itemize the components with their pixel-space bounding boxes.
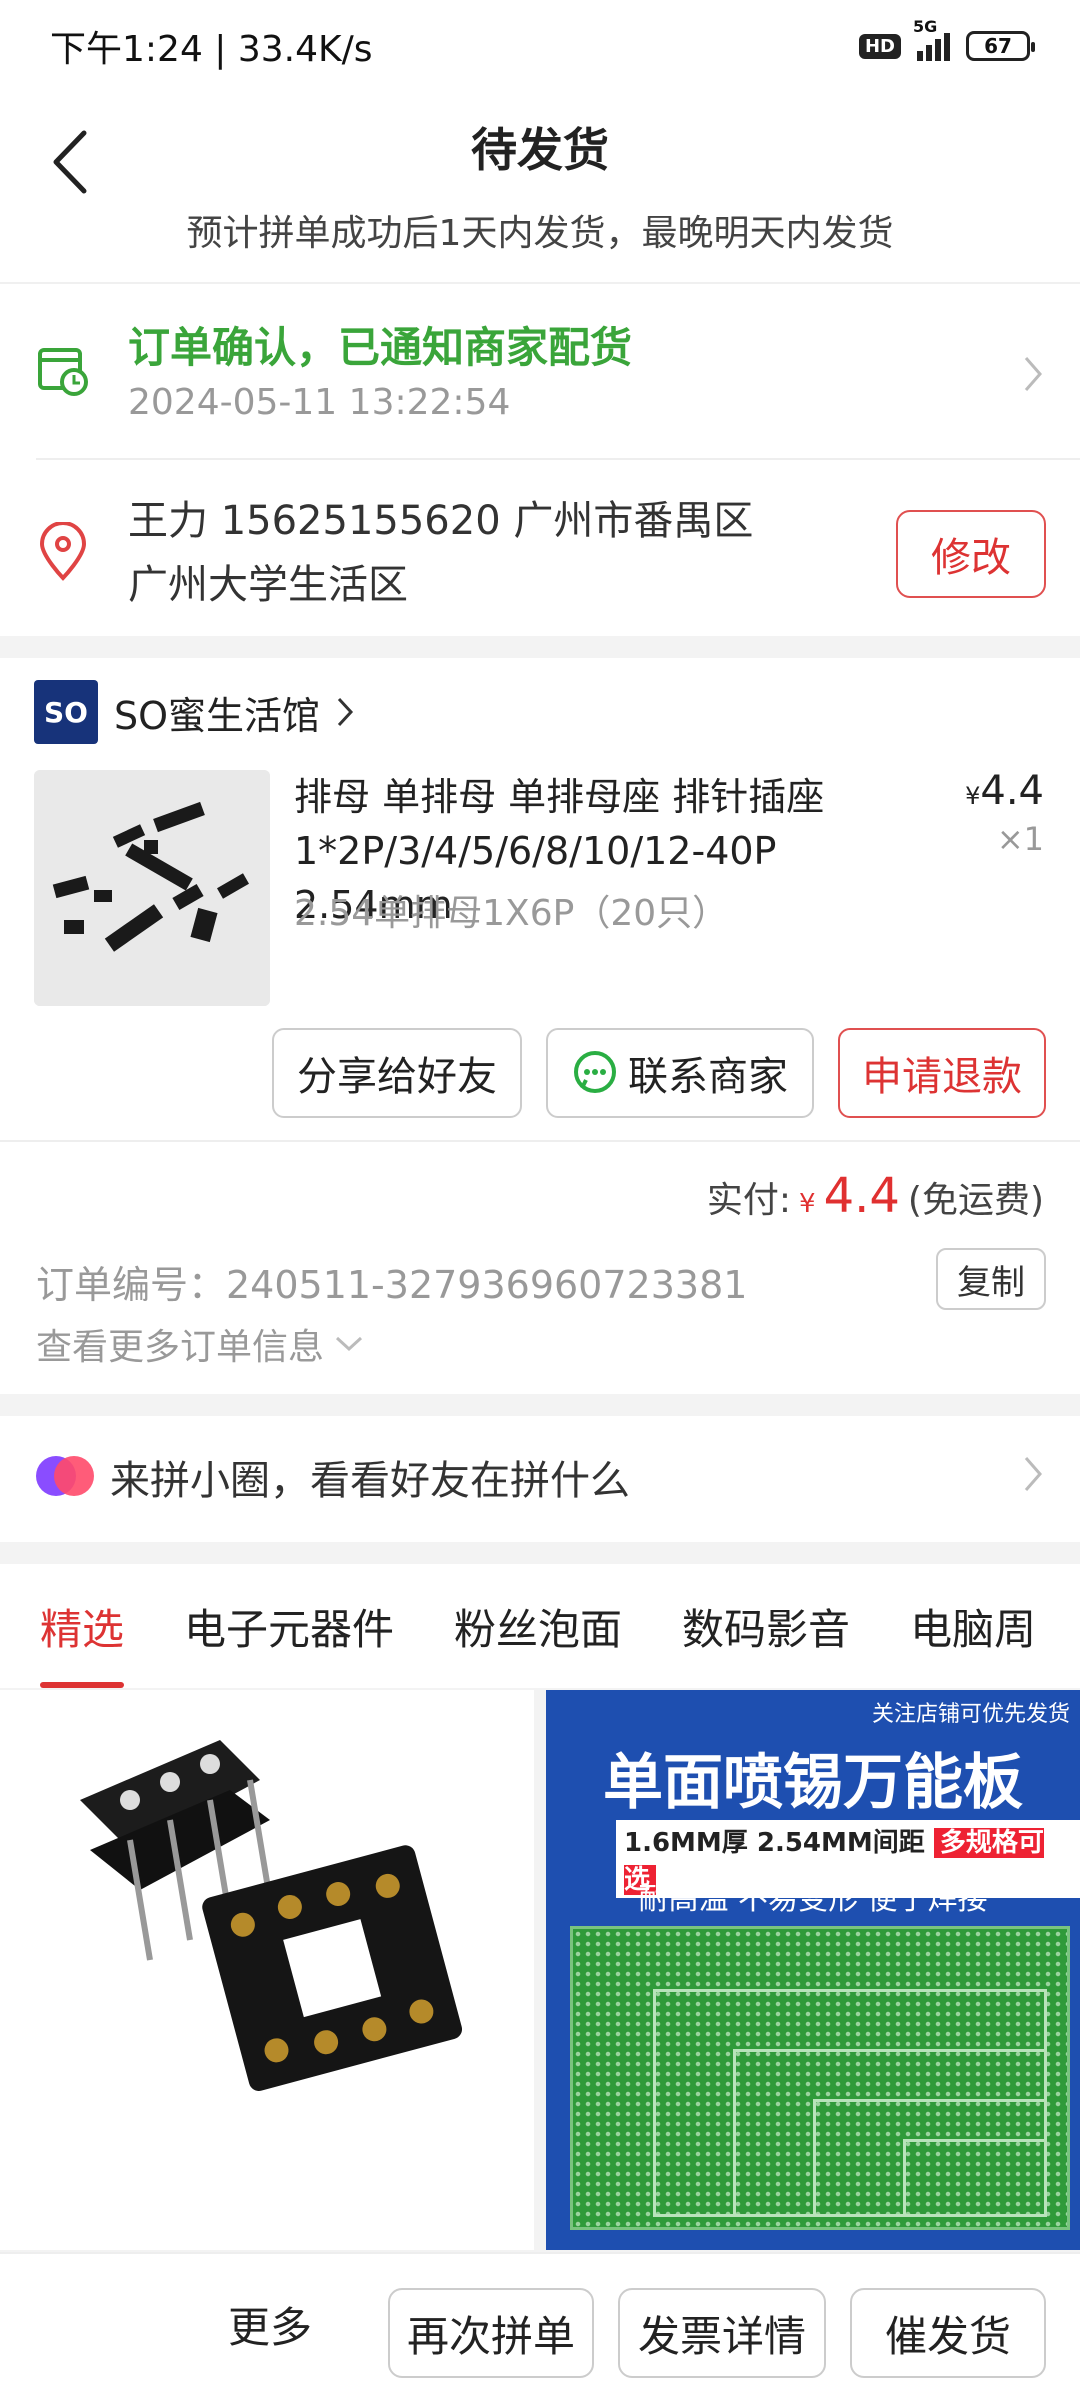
pcb-ad-features: 耐高温 不易变形 便于焊接 — [638, 1882, 988, 1917]
edit-address-button[interactable]: 修改 — [896, 510, 1046, 598]
shop-name: SO蜜生活馆 — [114, 693, 321, 738]
order-clock-icon — [36, 342, 92, 402]
shipping-note: (免运费) — [907, 1180, 1044, 1221]
address-detail: 广州大学生活区 — [128, 562, 408, 608]
product-thumbnail[interactable] — [34, 770, 270, 1006]
tab-digital-av[interactable]: 数码影音 — [682, 1564, 850, 1688]
order-status-card: 订单确认，已通知商家配货 2024-05-11 13:22:54 王力 1562… — [0, 282, 1080, 636]
chevron-right-icon — [1022, 354, 1044, 398]
page-title: 待发货 — [471, 123, 609, 177]
paid-label: 实付: — [706, 1180, 792, 1221]
chevron-down-icon — [336, 1336, 363, 1352]
friends-circle-banner[interactable]: 来拼小圈，看看好友在拼什么 — [0, 1416, 1080, 1542]
recommend-tabs: 精选 电子元器件 粉丝泡面 数码影音 电脑周 — [0, 1564, 1080, 1688]
signal-icon: 5G — [913, 17, 950, 61]
wechat-chat-icon — [574, 1051, 616, 1093]
divider — [0, 1140, 1080, 1142]
network-type: 5G — [913, 17, 938, 36]
circle-logo-icon — [36, 1456, 94, 1496]
more-order-info-label: 查看更多订单信息 — [36, 1327, 325, 1368]
pcb-ad-title: 单面喷锡万能板 — [603, 1748, 1023, 1818]
more-order-info-link[interactable]: 查看更多订单信息 — [36, 1318, 364, 1370]
tab-electronics[interactable]: 电子元器件 — [184, 1564, 394, 1688]
friends-circle-text: 来拼小圈，看看好友在拼什么 — [110, 1458, 630, 1504]
product-card: SO SO蜜生活馆 排母 单排母 单排母座 排针插座1*2P/3/4/5/6/8… — [0, 658, 1080, 1394]
bottom-action-bar: 更多 再次拼单 发票详情 催发货 — [0, 2252, 1080, 2400]
chevron-right-icon — [337, 697, 354, 727]
location-pin-icon — [36, 521, 90, 586]
product-price: ¥4.4 — [965, 768, 1044, 814]
pcb-ad-note: 关注店铺可优先发货 — [871, 1702, 1070, 1727]
status-bar: 下午1:24 | 33.4K/s HD 5G 67 — [0, 0, 1080, 92]
tab-computer[interactable]: 电脑周 — [910, 1564, 1036, 1688]
more-button[interactable]: 更多 — [228, 2294, 312, 2355]
pcb-board-graphic — [570, 1926, 1070, 2230]
paid-amount: 4.4 — [823, 1168, 900, 1224]
address-row: 王力 15625155620 广州市番禺区 广州大学生活区 修改 — [0, 460, 1080, 638]
order-status-text: 订单确认，已通知商家配货 — [128, 323, 633, 372]
page-header: 待发货 预计拼单成功后1天内发货，最晚明天内发货 — [0, 92, 1080, 282]
order-detail-page: 下午1:24 | 33.4K/s HD 5G 67 待发货 预计拼单成功后1天内… — [0, 0, 1080, 2400]
shop-link[interactable]: SO SO蜜生活馆 — [34, 680, 354, 744]
pcb-ad-image: 关注店铺可优先发货 单面喷锡万能板 1.6MM厚 2.54MM间距 多规格可选 … — [546, 1690, 1080, 2250]
invoice-details-button[interactable]: 发票详情 — [618, 2288, 826, 2378]
contact-seller-label: 联系商家 — [628, 1054, 788, 1100]
urge-shipping-button[interactable]: 催发货 — [850, 2288, 1046, 2378]
hd-icon: HD — [858, 33, 901, 59]
product-actions: 分享给好友 联系商家 申请退款 — [272, 1028, 1046, 1118]
rebuy-button[interactable]: 再次拼单 — [388, 2288, 594, 2378]
copy-order-number-button[interactable]: 复制 — [936, 1248, 1046, 1310]
shipping-estimate: 预计拼单成功后1天内发货，最晚明天内发货 — [186, 213, 894, 254]
battery-icon: 67 — [966, 31, 1035, 61]
payment-summary: 实付: ¥ 4.4 (免运费) — [707, 1168, 1044, 1224]
shop-logo: SO — [34, 680, 98, 744]
status-time: 下午1:24 | 33.4K/s — [50, 29, 373, 70]
order-number: 订单编号：240511-327936960723381 — [36, 1263, 748, 1307]
chevron-right-icon — [1022, 1454, 1044, 1498]
product-spec: 2.54单排母1X6P（20只） — [294, 893, 729, 934]
share-button[interactable]: 分享给好友 — [272, 1028, 522, 1118]
recommend-item[interactable]: 关注店铺可优先发货 单面喷锡万能板 1.6MM厚 2.54MM间距 多规格可选 … — [546, 1690, 1080, 2250]
order-status-time: 2024-05-11 13:22:54 — [128, 382, 511, 423]
tab-featured[interactable]: 精选 — [40, 1564, 125, 1688]
recommend-grid: 关注店铺可优先发货 单面喷锡万能板 1.6MM厚 2.54MM间距 多规格可选 … — [0, 1690, 1080, 2250]
product-quantity: ×1 — [996, 820, 1044, 858]
address-recipient: 王力 15625155620 广州市番禺区 — [128, 498, 754, 544]
refund-button[interactable]: 申请退款 — [838, 1028, 1046, 1118]
recommend-item[interactable] — [0, 1690, 534, 2250]
paid-currency: ¥ — [799, 1189, 816, 1219]
tab-noodles[interactable]: 粉丝泡面 — [454, 1564, 622, 1688]
order-status-row[interactable]: 订单确认，已通知商家配货 2024-05-11 13:22:54 — [0, 284, 1080, 458]
contact-seller-button[interactable]: 联系商家 — [546, 1028, 814, 1118]
ic-socket-image — [0, 1690, 534, 2250]
